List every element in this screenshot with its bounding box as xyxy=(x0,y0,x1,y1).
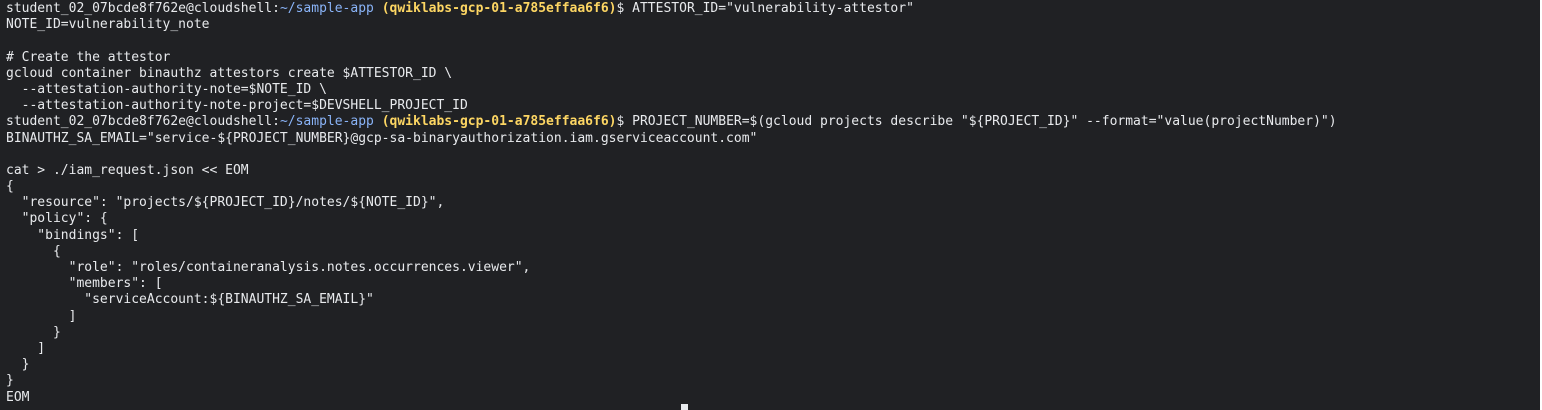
prompt-path: ~/sample-app xyxy=(279,1,374,16)
output-line: --attestation-authority-note=$NOTE_ID \ xyxy=(6,81,327,97)
terminal-output: student_02_07bcde8f762e@cloudshell:~/sam… xyxy=(6,1,1337,406)
prompt-path: ~/sample-app xyxy=(279,114,374,130)
output-line: --attestation-authority-note-project=$DE… xyxy=(6,98,468,114)
prompt-user-host: student_02_07bcde8f762e@cloudshell: xyxy=(6,114,280,130)
output-line: "resource": "projects/${PROJECT_ID}/note… xyxy=(6,195,445,211)
output-line: { xyxy=(6,243,61,259)
command-text: ATTESTOR_ID="vulnerability-attestor" xyxy=(624,1,914,16)
prompt-project: (qwiklabs-gcp-01-a785effaa6f6) xyxy=(381,1,617,16)
output-line: "members": [ xyxy=(6,276,163,292)
output-line: EOM xyxy=(6,389,30,405)
output-line: NOTE_ID=vulnerability_note xyxy=(6,17,210,33)
prompt-project: (qwiklabs-gcp-01-a785effaa6f6) xyxy=(381,114,617,130)
command-text: PROJECT_NUMBER=$(gcloud projects describ… xyxy=(624,114,1337,130)
output-line: BINAUTHZ_SA_EMAIL="service-${PROJECT_NUM… xyxy=(6,130,758,146)
prompt-line: student_02_07bcde8f762e@cloudshell:~/sam… xyxy=(6,114,1337,130)
output-line: { xyxy=(6,179,14,195)
output-line: "serviceAccount:${BINAUTHZ_SA_EMAIL}" xyxy=(6,292,374,308)
output-line: } xyxy=(6,373,14,389)
output-line: cat > ./iam_request.json << EOM xyxy=(6,162,249,178)
output-line: "policy": { xyxy=(6,211,108,227)
terminal-window[interactable]: student_02_07bcde8f762e@cloudshell:~/sam… xyxy=(0,0,1540,410)
output-line: } xyxy=(6,357,30,373)
output-line: ] xyxy=(6,308,77,324)
prompt-line: student_02_07bcde8f762e@cloudshell:~/sam… xyxy=(6,1,1337,17)
output-line: } xyxy=(6,324,61,340)
output-line: ] xyxy=(6,340,46,356)
output-line: gcloud container binauthz attestors crea… xyxy=(6,65,453,81)
output-line: "bindings": [ xyxy=(6,227,140,243)
output-line: # Create the attestor xyxy=(6,49,171,65)
text-cursor xyxy=(681,404,688,410)
prompt-user-host: student_02_07bcde8f762e@cloudshell: xyxy=(6,1,280,16)
output-line: "role": "roles/containeranalysis.notes.o… xyxy=(6,260,531,275)
